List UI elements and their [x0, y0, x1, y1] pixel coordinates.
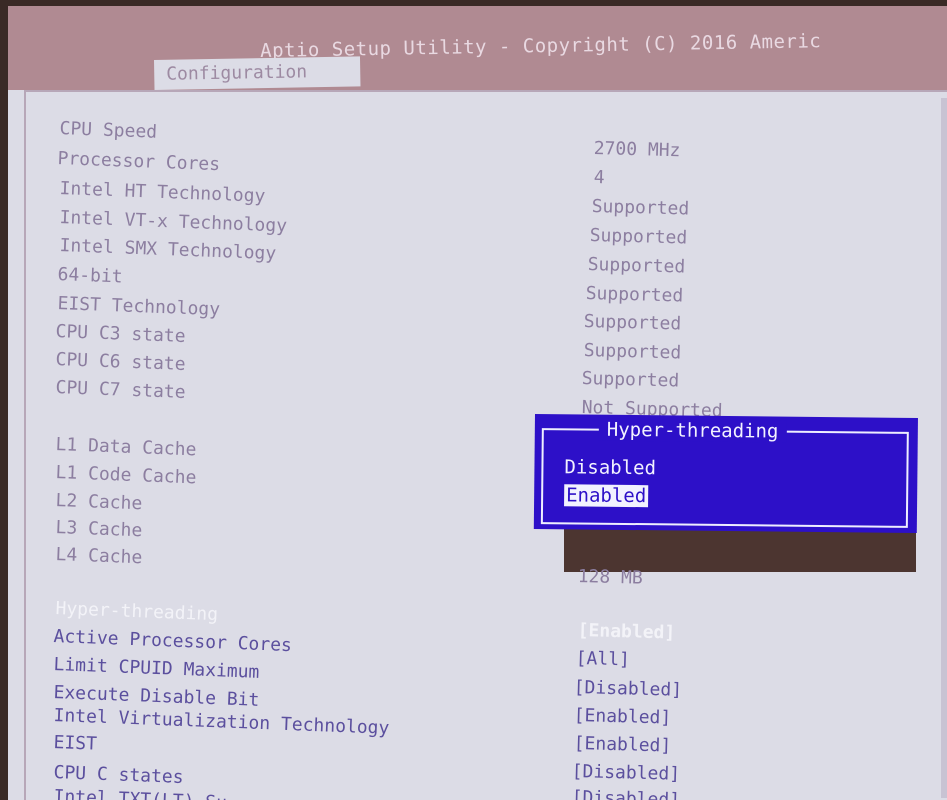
value-eist-technology: Supported — [583, 311, 682, 335]
label-cpu-speed: CPU Speed — [59, 118, 158, 143]
popup-title: Hyper-threading — [598, 418, 787, 443]
hyper-threading-popup: Hyper-threading Disabled Enabled — [533, 414, 918, 534]
label-l2-cache: L2 Cache — [55, 490, 143, 515]
value-processor-cores: 4 — [593, 167, 605, 189]
setting-hyper-threading-value[interactable]: [Enabled] — [577, 620, 675, 644]
setting-intel-virtualization-value[interactable]: [Enabled] — [573, 733, 671, 757]
popup-option-enabled[interactable]: Enabled — [564, 484, 649, 508]
value-intel-vtx: Supported — [589, 225, 688, 249]
label-l4-cache: L4 Cache — [55, 544, 143, 569]
setting-execute-disable-bit-value[interactable]: [Enabled] — [573, 705, 671, 729]
label-64bit: 64-bit — [57, 264, 123, 288]
value-cpu-c6: Supported — [581, 368, 680, 392]
value-64bit: Supported — [585, 283, 684, 307]
setting-limit-cpuid-value[interactable]: [Disabled] — [573, 677, 682, 701]
label-l3-cache: L3 Cache — [55, 517, 143, 542]
title-bar: Aptio Setup Utility - Copyright (C) 2016… — [8, 6, 947, 90]
value-cpu-speed: 2700 MHz — [593, 138, 681, 162]
cache-value-bar — [564, 526, 916, 572]
scrollbar[interactable] — [941, 98, 947, 798]
setting-eist[interactable]: EIST — [53, 732, 97, 755]
value-cpu-c3: Supported — [583, 340, 682, 364]
setting-eist-value[interactable]: [Disabled] — [571, 761, 680, 785]
popup-option-disabled[interactable]: Disabled — [564, 456, 656, 479]
value-intel-smx: Supported — [587, 254, 686, 278]
tab-configuration[interactable]: Configuration — [154, 56, 361, 90]
value-intel-ht: Supported — [591, 196, 690, 220]
bios-screen: Aptio Setup Utility - Copyright (C) 2016… — [8, 6, 947, 800]
value-l4-cache: 128 MB — [577, 566, 644, 589]
setting-active-processor-cores-value[interactable]: [All] — [575, 648, 630, 670]
setting-cpu-c-states-value[interactable]: [Disabled] — [571, 787, 680, 800]
